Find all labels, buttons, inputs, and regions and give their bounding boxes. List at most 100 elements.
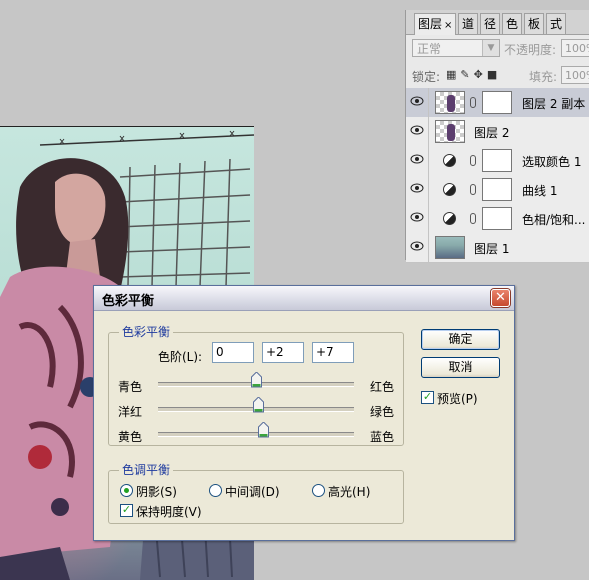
layer-thumbnail: [435, 236, 465, 259]
group-title: 色调平衡: [119, 463, 174, 477]
layer-name: 图层 1: [474, 242, 510, 256]
dialog-title-bar[interactable]: 色彩平衡 ✕: [94, 286, 514, 311]
preserve-luminosity-checkbox[interactable]: ✓: [120, 503, 133, 517]
layer-mask-thumbnail[interactable]: [482, 149, 512, 172]
tab-paths[interactable]: 径: [480, 13, 501, 34]
layer-mask-thumbnail[interactable]: [482, 91, 512, 114]
preserve-luminosity-label[interactable]: 保持明度(V): [136, 503, 202, 520]
layer-row[interactable]: 选取颜色 1: [406, 146, 589, 176]
eye-icon[interactable]: [410, 154, 424, 164]
close-button[interactable]: ✕: [491, 289, 510, 307]
slider-track[interactable]: [158, 432, 354, 437]
adjustment-layer-icon: [443, 154, 456, 167]
chevron-down-icon: ▼: [482, 40, 499, 56]
highlights-radio[interactable]: [312, 484, 325, 497]
lock-brush-icon[interactable]: ✎: [460, 68, 473, 81]
eye-icon[interactable]: [410, 96, 424, 106]
divider: [428, 175, 429, 204]
slider-left-label: 黄色: [118, 430, 143, 444]
lock-transparent-icon[interactable]: ▦: [446, 68, 460, 81]
layer-mask-thumbnail[interactable]: [482, 207, 512, 230]
tab-paths-label: 径: [484, 17, 497, 31]
link-icon[interactable]: [470, 97, 476, 108]
slider-right-label: 蓝色: [370, 430, 395, 444]
fill-label: 填充:: [529, 70, 558, 84]
divider: [428, 146, 429, 175]
figure-icon: [447, 95, 455, 112]
midtones-radio[interactable]: [209, 484, 222, 497]
divider: [428, 117, 429, 146]
tab-styles[interactable]: 式: [546, 13, 567, 34]
ok-button[interactable]: 确定: [421, 329, 500, 350]
close-icon[interactable]: ×: [444, 20, 452, 31]
blend-mode-select[interactable]: 正常 ▼: [412, 39, 500, 57]
opacity-label: 不透明度:: [504, 43, 557, 57]
blend-mode-value: 正常: [417, 42, 442, 56]
slider-right-label: 绿色: [370, 405, 395, 419]
level-yellow-blue-input[interactable]: +7: [312, 342, 354, 363]
eye-icon[interactable]: [410, 125, 424, 135]
layer-row[interactable]: 图层 2 副本: [406, 88, 589, 118]
adjustment-layer-icon: [443, 212, 456, 225]
color-balance-dialog: 色彩平衡 ✕ 色彩平衡 色阶(L): 0 +2 +7 青色 红色 洋红 绿色 黄…: [93, 285, 515, 541]
preview-label[interactable]: 预览(P): [437, 390, 478, 407]
midtones-label[interactable]: 中间调(D): [225, 483, 280, 500]
radio-selected-icon: [124, 488, 129, 493]
slider-left-label: 青色: [118, 380, 143, 394]
check-icon: ✓: [422, 390, 433, 403]
link-icon[interactable]: [470, 155, 476, 166]
levels-label: 色阶(L):: [158, 350, 203, 364]
layer-mask-thumbnail[interactable]: [482, 178, 512, 201]
shadows-label[interactable]: 阴影(S): [136, 483, 177, 500]
link-icon[interactable]: [470, 213, 476, 224]
layer-row[interactable]: 曲线 1: [406, 175, 589, 205]
figure-icon: [447, 124, 455, 141]
lock-row: 锁定: ▦✎✥■ 填充: 100%: [406, 62, 589, 88]
close-icon: ✕: [495, 290, 506, 305]
color-balance-group: 色彩平衡: [108, 325, 404, 446]
tab-color-label: 色: [506, 17, 519, 31]
layer-row[interactable]: 色相/饱和...: [406, 204, 589, 234]
highlights-label[interactable]: 高光(H): [328, 483, 370, 500]
slider-thumb[interactable]: [257, 422, 269, 438]
group-title: 色彩平衡: [119, 325, 174, 339]
opacity-input[interactable]: 100%: [561, 39, 589, 57]
layer-thumbnail: [435, 91, 465, 114]
layer-row[interactable]: 图层 2: [406, 117, 589, 147]
cancel-button[interactable]: 取消: [421, 357, 500, 378]
lock-icons: ▦✎✥■: [446, 68, 501, 81]
lock-label: 锁定:: [412, 70, 441, 84]
tab-layers[interactable]: 图层 ×: [414, 13, 457, 35]
level-magenta-green-input[interactable]: +2: [262, 342, 304, 363]
divider: [428, 88, 429, 117]
lock-all-icon[interactable]: ■: [487, 68, 501, 81]
tab-layers-label: 图层: [418, 17, 443, 31]
lock-move-icon[interactable]: ✥: [474, 68, 487, 81]
slider-thumb[interactable]: [251, 372, 262, 388]
layer-name: 曲线 1: [522, 184, 558, 198]
layer-name: 图层 2: [474, 126, 510, 140]
layer-row[interactable]: 图层 1: [406, 233, 589, 263]
link-icon[interactable]: [470, 184, 476, 195]
tab-styles-label: 式: [550, 17, 563, 31]
blend-row: 正常 ▼ 不透明度: 100%: [406, 36, 589, 62]
check-icon: ✓: [121, 503, 132, 516]
adjustment-layer-icon: [443, 183, 456, 196]
slider-thumb[interactable]: [252, 397, 264, 413]
layer-thumbnail: [435, 120, 465, 143]
eye-icon[interactable]: [410, 183, 424, 193]
tab-swatches[interactable]: 板: [524, 13, 545, 34]
level-cyan-red-input[interactable]: 0: [212, 342, 254, 363]
preview-checkbox[interactable]: ✓: [421, 390, 434, 404]
tab-color[interactable]: 色: [502, 13, 523, 34]
fill-input[interactable]: 100%: [561, 66, 589, 84]
eye-icon[interactable]: [410, 241, 424, 251]
divider: [428, 233, 429, 262]
eye-icon[interactable]: [410, 212, 424, 222]
tab-swatches-label: 板: [528, 17, 541, 31]
layer-name: 图层 2 副本: [522, 97, 586, 111]
shadows-radio[interactable]: [120, 484, 133, 497]
layer-name: 色相/饱和...: [522, 213, 586, 227]
dialog-title: 色彩平衡: [102, 294, 155, 309]
tab-channels[interactable]: 道: [458, 13, 479, 34]
